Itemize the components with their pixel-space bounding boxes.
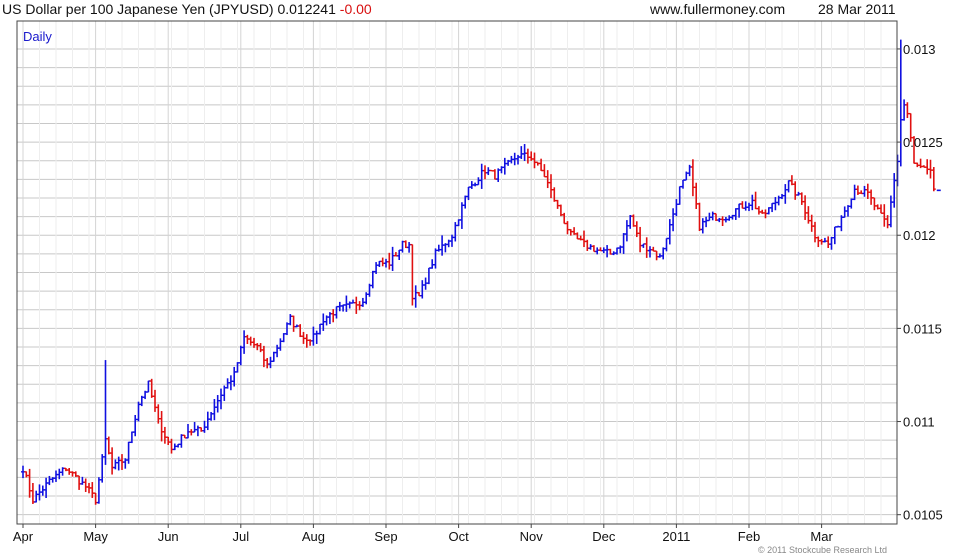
x-tick-label: Dec [592,529,616,544]
x-tick-label: 2011 [662,529,690,544]
x-tick-label: Mar [810,529,833,544]
x-tick-label: Apr [13,529,34,544]
copyright-notice: © 2011 Stockcube Research Ltd [758,545,888,555]
x-tick-label: Nov [520,529,544,544]
x-tick-label: Sep [374,529,397,544]
x-tick-label: Feb [738,529,760,544]
y-tick-label: 0.0115 [903,321,942,336]
x-tick-label: Aug [302,529,325,544]
y-tick-label: 0.0105 [903,508,943,523]
x-tick-label: May [83,529,108,544]
period-label: Daily [23,29,52,44]
price-chart: 0.0105 0.011 0.0115 0.012 0.0125 0.013 Apr May… [13,20,943,544]
x-tick-label: Jun [158,529,179,544]
grid-lines [17,21,897,524]
y-tick-label: 0.0125 [903,135,943,150]
y-tick-label: 0.013 [903,42,936,57]
x-axis: Apr May Jun Jul Aug Sep Oct Nov Dec 2011 Feb Mar [13,524,833,544]
x-tick-label: Oct [448,529,469,544]
y-tick-label: 0.011 [903,415,935,430]
x-tick-label: Jul [232,529,249,544]
y-tick-label: 0.012 [903,228,936,243]
